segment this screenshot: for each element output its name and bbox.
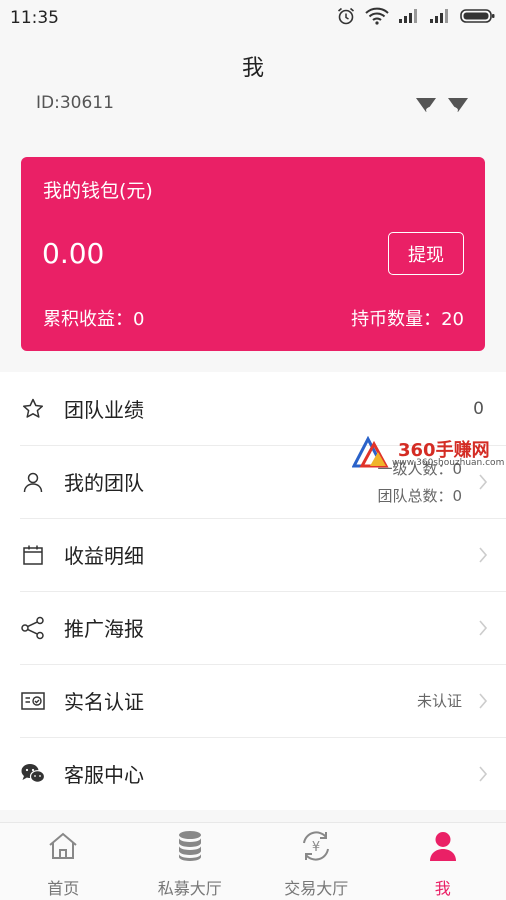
menu-label: 我的团队 [64, 471, 144, 495]
database-icon [173, 829, 207, 863]
signal-icon-2 [429, 8, 451, 28]
chevron-right-icon [478, 473, 488, 494]
person-icon [20, 469, 46, 495]
chevron-right-icon [478, 619, 488, 640]
menu-item-customer-service[interactable]: 客服中心 [0, 737, 506, 810]
chevron-right-icon [478, 546, 488, 567]
profile-header: 我 ID:30611 [0, 36, 506, 156]
star-icon [20, 396, 46, 422]
id-card-icon [20, 688, 46, 714]
status-time: 11:35 [10, 8, 59, 28]
menu-item-real-name-verification[interactable]: 实名认证 未认证 [0, 664, 506, 737]
site-watermark: 360手赚网 www.360shouzhuan.com [351, 435, 505, 472]
nav-trading-hall[interactable]: ¥ 交易大厅 [253, 823, 380, 900]
menu-label: 收益明细 [64, 544, 144, 568]
wallet-title: 我的钱包(元) [43, 180, 153, 202]
nav-label: 首页 [47, 879, 80, 898]
svg-text:¥: ¥ [312, 840, 320, 855]
wallet-balance: 0.00 [42, 237, 105, 270]
alarm-icon [336, 6, 356, 30]
wallet-card: 我的钱包(元) 0.00 提现 累积收益：0 持币数量：20 [21, 157, 485, 351]
page-title: 我 [241, 56, 264, 81]
nav-label: 私募大厅 [157, 879, 222, 898]
user-id: ID:30611 [36, 93, 114, 113]
nav-label: 交易大厅 [284, 879, 349, 898]
calendar-icon [20, 542, 46, 568]
chevron-right-icon [478, 765, 488, 786]
nav-private-hall[interactable]: 私募大厅 [127, 823, 254, 900]
vip-badge-icon [414, 96, 470, 118]
menu-label: 实名认证 [64, 690, 144, 714]
wechat-icon [20, 761, 46, 787]
home-icon [46, 829, 80, 863]
cumulative-earnings: 累积收益：0 [43, 309, 145, 330]
bottom-nav: 首页 私募大厅 ¥ 交易大厅 我 [0, 822, 506, 900]
menu-item-earnings-detail[interactable]: 收益明细 [0, 518, 506, 591]
menu-label: 推广海报 [64, 617, 144, 641]
nav-home[interactable]: 首页 [0, 823, 127, 900]
withdraw-button[interactable]: 提现 [388, 232, 464, 275]
status-icons [336, 6, 496, 30]
team-performance-value: 0 [473, 398, 484, 419]
team-total-count: 团队总数：0 [377, 486, 462, 505]
nav-me[interactable]: 我 [380, 823, 506, 900]
nav-label: 我 [434, 879, 451, 898]
share-icon [20, 615, 46, 641]
watermark-logo-icon [351, 435, 394, 472]
exchange-icon: ¥ [299, 829, 333, 863]
signal-icon [398, 8, 420, 28]
status-bar: 11:35 [0, 0, 506, 36]
verification-status: 未认证 [416, 692, 462, 710]
watermark-url: www.360shouzhuan.com [392, 458, 505, 468]
chevron-right-icon [478, 692, 488, 713]
menu-item-promo-poster[interactable]: 推广海报 [0, 591, 506, 664]
verification-status-wrap: 未认证 [417, 664, 462, 737]
coin-holdings: 持币数量：20 [351, 309, 464, 330]
menu-label: 客服中心 [64, 763, 144, 787]
menu-item-team-performance[interactable]: 团队业绩 0 [0, 372, 506, 445]
battery-icon [460, 8, 496, 28]
menu-label: 团队业绩 [64, 398, 144, 422]
wifi-icon [365, 7, 389, 29]
user-icon [426, 829, 460, 863]
